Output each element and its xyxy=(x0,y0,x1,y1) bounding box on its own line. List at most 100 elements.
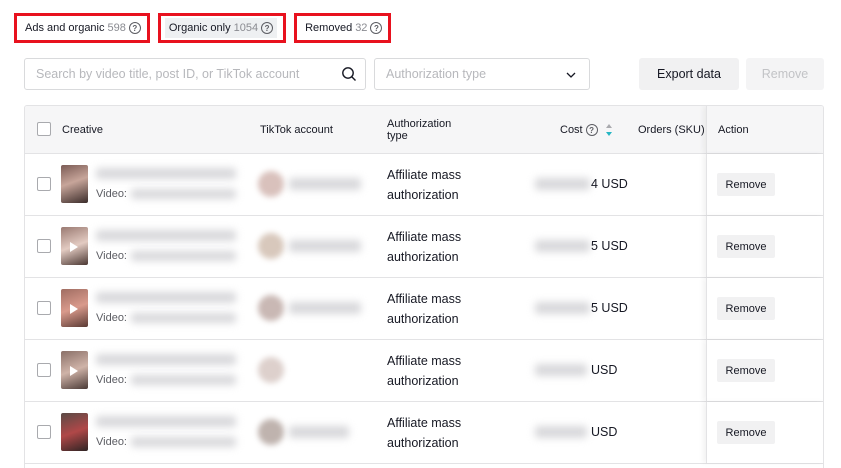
video-title-redacted xyxy=(96,354,236,365)
account-name-redacted xyxy=(289,302,361,314)
header-cost-label: Cost xyxy=(560,124,583,136)
search-box xyxy=(24,58,366,90)
video-label: Video: xyxy=(96,312,127,324)
avatar xyxy=(258,295,284,321)
tab-removed[interactable]: Removed 32 ? xyxy=(294,13,392,43)
help-icon[interactable]: ? xyxy=(261,22,274,34)
toolbar: Authorization type Export data Remove xyxy=(24,58,824,90)
avatar xyxy=(258,357,284,383)
cost-value: 4 USD xyxy=(591,177,628,191)
remove-button[interactable]: Remove xyxy=(746,58,824,90)
row-checkbox[interactable] xyxy=(37,301,51,315)
cost-value: USD xyxy=(591,425,618,439)
auth-line1: Affiliate mass xyxy=(387,354,462,368)
tab-count: 1054 xyxy=(233,22,259,34)
row-checkbox[interactable] xyxy=(37,425,51,439)
tab-label: Organic only xyxy=(168,22,231,34)
chevron-down-icon xyxy=(566,72,576,78)
help-icon[interactable]: ? xyxy=(585,124,598,136)
table-row: Video: Affiliate mass authorization 5 USD… xyxy=(25,278,823,340)
auth-line1: Affiliate mass xyxy=(387,168,462,182)
video-id-redacted xyxy=(131,437,236,447)
table-row: Video: Affiliate mass authorization USD R… xyxy=(25,402,823,464)
cost-redacted xyxy=(535,364,587,376)
row-remove-button[interactable]: Remove xyxy=(717,421,775,444)
avatar xyxy=(258,233,284,259)
cost-redacted xyxy=(535,426,587,438)
play-icon xyxy=(70,304,78,314)
action-cell: Remove xyxy=(706,340,823,401)
help-icon[interactable]: ? xyxy=(128,22,141,34)
auth-line2: authorization xyxy=(387,435,459,450)
table-header: Creative TikTok account Authorization ty… xyxy=(25,106,823,154)
row-remove-button[interactable]: Remove xyxy=(717,359,775,382)
action-cell: Remove xyxy=(706,402,823,463)
video-id-redacted xyxy=(131,313,236,323)
tab-active-highlight: Organic only 1054 ? xyxy=(164,18,278,38)
action-column-header: Action xyxy=(706,106,823,153)
account-name-redacted xyxy=(289,240,361,252)
table-row: Video: Affiliate mass authorization 5 USD… xyxy=(25,216,823,278)
auth-line1: Affiliate mass xyxy=(387,230,462,244)
select-all-checkbox[interactable] xyxy=(37,122,51,136)
auth-line2: authorization xyxy=(387,311,459,326)
tab-ads-and-organic[interactable]: Ads and organic 598 ? xyxy=(14,13,150,43)
avatar xyxy=(258,419,284,445)
header-auth-line2: type xyxy=(387,130,408,142)
authorization-type: Affiliate mass authorization xyxy=(387,290,461,329)
row-checkbox[interactable] xyxy=(37,363,51,377)
row-remove-button[interactable]: Remove xyxy=(717,235,775,258)
auth-line1: Affiliate mass xyxy=(387,292,462,306)
video-label: Video: xyxy=(96,436,127,448)
video-thumbnail[interactable] xyxy=(61,165,88,203)
authorization-type: Affiliate mass authorization xyxy=(387,228,461,267)
row-checkbox[interactable] xyxy=(37,177,51,191)
cost-value: 5 USD xyxy=(591,301,628,315)
search-input[interactable] xyxy=(25,59,325,89)
help-icon[interactable]: ? xyxy=(370,22,383,34)
action-cell: Remove xyxy=(706,278,823,339)
tab-count: 598 xyxy=(107,22,126,34)
authorization-type-select[interactable]: Authorization type xyxy=(374,58,590,90)
auth-line2: authorization xyxy=(387,187,459,202)
tab-organic-only[interactable]: Organic only 1054 ? xyxy=(157,13,287,43)
auth-line1: Affiliate mass xyxy=(387,416,462,430)
authorization-type: Affiliate mass authorization xyxy=(387,352,461,391)
row-checkbox[interactable] xyxy=(37,239,51,253)
creatives-table: Creative TikTok account Authorization ty… xyxy=(24,105,824,468)
cost-redacted xyxy=(535,240,590,252)
video-title-redacted xyxy=(96,416,236,427)
video-label: Video: xyxy=(96,188,127,200)
authorization-type: Affiliate mass authorization xyxy=(387,166,461,205)
auth-line2: authorization xyxy=(387,373,459,388)
video-id-redacted xyxy=(131,251,236,261)
video-thumbnail[interactable] xyxy=(61,227,88,265)
video-id-redacted xyxy=(131,375,236,385)
video-thumbnail[interactable] xyxy=(61,413,88,451)
cost-value: USD xyxy=(591,363,618,377)
row-remove-button[interactable]: Remove xyxy=(717,297,775,320)
account-name-redacted xyxy=(289,178,361,190)
video-thumbnail[interactable] xyxy=(61,289,88,327)
tab-label: Ads and organic xyxy=(25,22,105,34)
cost-redacted xyxy=(535,302,590,314)
search-icon[interactable] xyxy=(341,66,357,82)
sort-icon[interactable] xyxy=(604,123,614,137)
header-cost[interactable]: Cost ? xyxy=(560,106,614,154)
header-orders-sku: Orders (SKU) xyxy=(638,124,705,136)
cost-value: 5 USD xyxy=(591,239,628,253)
header-action: Action xyxy=(718,124,749,136)
video-title-redacted xyxy=(96,230,236,241)
export-data-button[interactable]: Export data xyxy=(639,58,739,90)
row-remove-button[interactable]: Remove xyxy=(717,173,775,196)
play-icon xyxy=(70,366,78,376)
header-creative: Creative xyxy=(62,124,103,136)
video-thumbnail[interactable] xyxy=(61,351,88,389)
table-row: Video: Affiliate mass authorization 4 USD… xyxy=(25,154,823,216)
auth-line2: authorization xyxy=(387,249,459,264)
video-label: Video: xyxy=(96,374,127,386)
action-cell: Remove xyxy=(706,154,823,215)
table-row: Video: Affiliate mass authorization USD R… xyxy=(25,340,823,402)
tab-label: Removed xyxy=(305,22,353,34)
authorization-type: Affiliate mass authorization xyxy=(387,414,461,453)
